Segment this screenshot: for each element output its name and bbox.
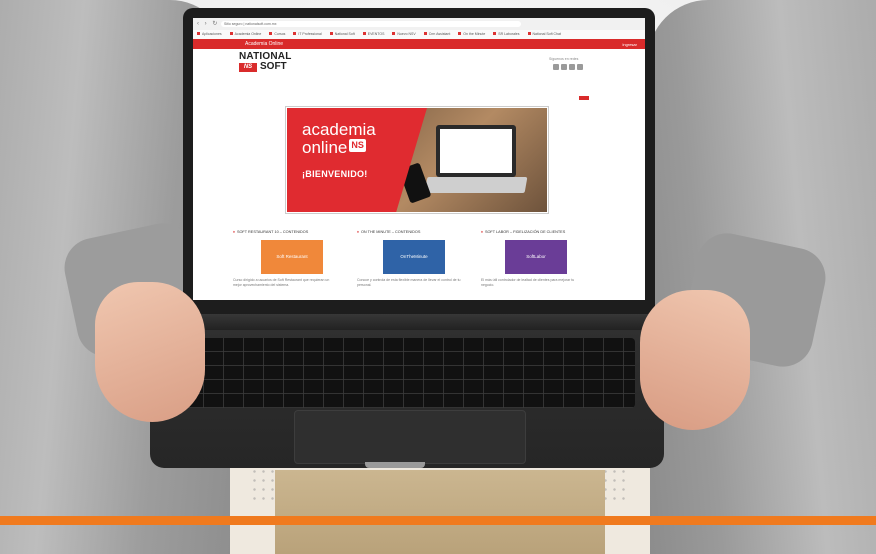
bookmark-item[interactable]: EVENTOS — [363, 32, 385, 36]
card-description: Conoce y controla de esta flexible maner… — [357, 278, 461, 287]
bookmark-item[interactable]: IT Professional — [293, 32, 321, 36]
site-top-bar: Academia Online Ingresar — [193, 39, 645, 49]
card-image[interactable]: SoftLabor — [505, 240, 567, 274]
bookmark-item[interactable]: SR Laborales — [493, 32, 519, 36]
card-image[interactable]: Soft Restaurant — [261, 240, 323, 274]
youtube-icon[interactable] — [569, 64, 575, 70]
banner-laptop-base — [424, 177, 528, 193]
laptop-trackpad — [294, 410, 526, 464]
laptop-hinge — [180, 312, 658, 330]
logo-line2-wrap: NS SOFT — [239, 62, 292, 72]
banner-online: online — [302, 138, 348, 157]
twitter-icon[interactable] — [561, 64, 567, 70]
bookmark-item[interactable]: Nuevo NSV — [392, 32, 415, 36]
bookmark-item[interactable]: Cursos — [269, 32, 285, 36]
course-card-on-the-minute[interactable]: ♦ ON THE MINUTE – CONTENIDOS OnTheMinute … — [357, 230, 467, 287]
photo-scene: ‹ › ↻ Sitio seguro | nationalsoft.com.mx… — [0, 0, 876, 554]
banner-ns-badge: NS — [349, 139, 366, 152]
logo-mark: NS — [239, 62, 257, 72]
pants — [275, 470, 605, 554]
address-text: Sitio seguro | nationalsoft.com.mx — [224, 22, 277, 26]
orange-accent-bar — [0, 516, 876, 525]
national-soft-logo[interactable]: NATIONAL NS SOFT — [239, 52, 292, 72]
site-brand-text[interactable]: Academia Online — [245, 41, 283, 47]
laptop-notch — [365, 462, 425, 468]
hand-right — [640, 290, 750, 430]
facebook-icon[interactable] — [553, 64, 559, 70]
card-title: ♦ ON THE MINUTE – CONTENIDOS — [357, 230, 421, 234]
bookmark-item[interactable]: National Soft — [330, 32, 355, 36]
laptop-screen: ‹ › ↻ Sitio seguro | nationalsoft.com.mx… — [193, 18, 645, 300]
banner-laptop-screen — [440, 129, 512, 173]
browser-nav-icons[interactable]: ‹ › ↻ — [197, 20, 219, 27]
bookmark-item[interactable]: Crm Assistant — [424, 32, 451, 36]
bookmark-item[interactable]: National Soft Chat — [528, 32, 561, 36]
banner-title-line1: academia — [302, 120, 376, 139]
card-title-text: SOFT RESTAURANT 10 – CONTENIDOS — [236, 230, 309, 234]
bookmark-item[interactable]: Academia Online — [230, 32, 262, 36]
social-label: Síguenos en redes — [549, 57, 579, 61]
bookmark-item[interactable]: On the Minute — [458, 32, 485, 36]
login-link[interactable]: Ingresar — [622, 42, 637, 47]
card-title-text: SOFT LABOR – FIDELIZACIÓN DE CLIENTES — [484, 230, 566, 234]
card-title-text: ON THE MINUTE – CONTENIDOS — [360, 230, 421, 234]
social-icons — [553, 64, 583, 70]
card-image[interactable]: OnTheMinute — [383, 240, 445, 274]
language-flag-icon[interactable] — [579, 96, 589, 100]
hand-left — [95, 282, 205, 422]
banner-title-line2: online NS — [302, 139, 366, 157]
laptop-keyboard — [183, 338, 635, 408]
address-bar[interactable]: Sitio seguro | nationalsoft.com.mx — [221, 21, 521, 27]
bookmark-item[interactable]: Aplicaciones — [197, 32, 222, 36]
linkedin-icon[interactable] — [577, 64, 583, 70]
course-card-soft-restaurant[interactable]: ♦ SOFT RESTAURANT 10 – CONTENIDOS Soft Re… — [233, 230, 343, 287]
course-card-soft-labor[interactable]: ♦ SOFT LABOR – FIDELIZACIÓN DE CLIENTES S… — [481, 230, 591, 287]
banner-welcome: ¡BIENVENIDO! — [302, 169, 368, 179]
card-description: Curso dirigido a usuarios de Soft Restau… — [233, 278, 330, 287]
card-title: ♦ SOFT LABOR – FIDELIZACIÓN DE CLIENTES — [481, 230, 566, 234]
hero-banner[interactable]: academia online NS ¡BIENVENIDO! — [285, 106, 549, 214]
logo-line2: SOFT — [260, 61, 287, 72]
card-description: El más útil controlador de lealtad de cl… — [481, 278, 575, 287]
card-title: ♦ SOFT RESTAURANT 10 – CONTENIDOS — [233, 230, 309, 234]
